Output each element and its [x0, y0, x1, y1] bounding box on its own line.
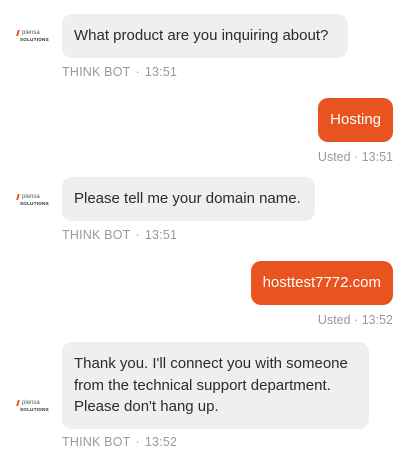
- logo-top-text: piensa: [22, 194, 40, 200]
- bot-message-bubble: What product are you inquiring about?: [62, 14, 348, 58]
- meta-separator: ·: [354, 313, 359, 327]
- logo-top-text: piensa: [22, 400, 40, 406]
- sender-name: Usted: [317, 313, 351, 327]
- logo-top-text: piensa: [22, 30, 40, 36]
- logo-bottom-text: SOLUTIONS: [20, 37, 49, 42]
- logo-mark-icon: [16, 400, 22, 406]
- meta-separator: ·: [135, 435, 140, 449]
- bot-message-bubble: Please tell me your domain name.: [62, 177, 315, 221]
- user-message-bubble: hosttest7772.com: [250, 261, 393, 305]
- sender-name: THINK BOT: [62, 65, 131, 79]
- message-time: 13:51: [144, 65, 178, 79]
- logo-mark-icon: [16, 194, 22, 200]
- sender-name: THINK BOT: [62, 228, 131, 242]
- message-meta: Usted · 13:52: [318, 313, 393, 327]
- logo-bottom-text: SOLUTIONS: [20, 201, 49, 206]
- logo-bottom-text: SOLUTIONS: [20, 407, 49, 412]
- user-message-bubble: Hosting: [318, 98, 393, 142]
- message-meta: Usted · 13:51: [318, 150, 393, 164]
- message-meta: THINK BOT · 13:51: [62, 65, 177, 79]
- sender-name: THINK BOT: [62, 435, 131, 449]
- bot-avatar: piensa SOLUTIONS: [16, 192, 55, 208]
- meta-separator: ·: [354, 150, 359, 164]
- chat-transcript: piensa SOLUTIONS What product are you in…: [0, 0, 409, 454]
- message-text: What product are you inquiring about?: [74, 27, 329, 44]
- message-text: Thank you. I'll connect you with someone…: [74, 355, 348, 415]
- meta-separator: ·: [135, 228, 140, 242]
- message-meta: THINK BOT · 13:51: [62, 228, 177, 242]
- message-time: 13:52: [361, 313, 393, 327]
- message-time: 13:52: [144, 435, 178, 449]
- logo-mark-icon: [16, 30, 22, 36]
- bot-avatar: piensa SOLUTIONS: [16, 398, 55, 414]
- bot-message-bubble: Thank you. I'll connect you with someone…: [62, 342, 369, 429]
- message-meta: THINK BOT · 13:52: [62, 435, 177, 449]
- meta-separator: ·: [135, 65, 140, 79]
- sender-name: Usted: [317, 150, 351, 164]
- message-text: hosttest7772.com: [262, 274, 381, 291]
- bot-avatar: piensa SOLUTIONS: [16, 28, 55, 44]
- message-text: Please tell me your domain name.: [74, 190, 301, 207]
- message-text: Hosting: [330, 111, 381, 128]
- message-time: 13:51: [144, 228, 178, 242]
- message-time: 13:51: [361, 150, 393, 164]
